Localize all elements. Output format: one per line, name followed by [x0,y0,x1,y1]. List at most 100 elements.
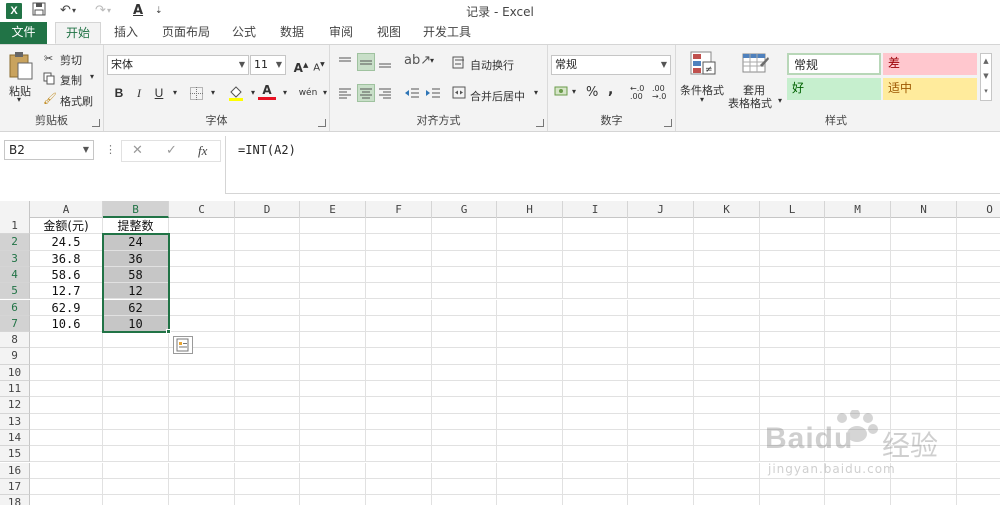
cell-a13[interactable] [30,413,103,430]
cell-o1[interactable] [957,218,1000,235]
tab-data[interactable]: 数据 [273,22,311,44]
cell-i2[interactable] [563,234,628,251]
cell-k15[interactable] [694,446,760,463]
cell-a18[interactable] [30,495,103,505]
cell-g1[interactable] [432,218,497,235]
cell-d3[interactable] [235,250,300,267]
cell-m7[interactable] [825,315,891,333]
cell-k2[interactable] [694,234,760,251]
copy-button[interactable]: 复制 [60,72,82,88]
cell-a8[interactable] [30,332,103,349]
font-color-button[interactable]: A [258,83,276,100]
cell-d18[interactable] [235,495,300,505]
cell-d17[interactable] [235,478,300,496]
cell-e13[interactable] [300,413,366,430]
row-header[interactable]: 18 [0,495,30,505]
row-header[interactable]: 7 [0,315,30,333]
merge-dropdown-icon[interactable]: ▾ [534,88,538,97]
cell-o2[interactable] [957,234,1000,251]
cell-c13[interactable] [169,413,235,430]
cell-h16[interactable] [497,462,563,479]
cell-n10[interactable] [891,364,957,381]
cell-f14[interactable] [366,429,432,447]
cell-n1[interactable] [891,218,957,235]
cell-f5[interactable] [366,283,432,300]
phonetic-guide-button[interactable]: wén [298,84,318,102]
cell-g18[interactable] [432,495,497,505]
cell-k14[interactable] [694,429,760,447]
cell-a16[interactable] [30,462,103,479]
cell-b5[interactable]: 12 [103,283,169,300]
grow-font-icon[interactable]: A▲ [292,56,310,75]
cell-i6[interactable] [563,299,628,316]
cell-b2[interactable]: 24 [103,234,169,251]
cell-h13[interactable] [497,413,563,430]
cell-g5[interactable] [432,283,497,300]
cell-m18[interactable] [825,495,891,505]
cell-k6[interactable] [694,299,760,316]
cell-k11[interactable] [694,381,760,398]
cell-b13[interactable] [103,413,169,430]
cell-g15[interactable] [432,446,497,463]
cell-g12[interactable] [432,397,497,414]
cell-g13[interactable] [432,413,497,430]
cell-c5[interactable] [169,283,235,300]
paste-dropdown-icon[interactable]: ▾ [17,95,21,104]
row-header[interactable]: 4 [0,266,30,284]
cell-j1[interactable] [628,218,694,235]
cell-h14[interactable] [497,429,563,447]
cell-d12[interactable] [235,397,300,414]
cell-i11[interactable] [563,381,628,398]
cell-b7[interactable]: 10 [103,315,169,333]
row-header[interactable]: 13 [0,413,30,430]
cell-f2[interactable] [366,234,432,251]
cell-d9[interactable] [235,348,300,365]
cell-b1[interactable]: 提整数 [103,218,169,235]
format-painter-button[interactable]: 格式刷 [60,93,93,109]
cell-o14[interactable] [957,430,1000,447]
row-header[interactable]: 3 [0,250,30,267]
accounting-dropdown-icon[interactable]: ▾ [572,87,576,96]
cell-e15[interactable] [300,446,366,463]
cell-b12[interactable] [103,397,169,414]
column-header-k[interactable]: K [694,201,760,218]
paste-icon[interactable] [8,51,34,84]
cell-j4[interactable] [628,266,694,284]
cell-d6[interactable] [235,299,300,316]
cell-l5[interactable] [760,283,825,300]
alignment-launcher-icon[interactable] [536,119,544,127]
cell-j10[interactable] [628,364,694,381]
cell-b10[interactable] [103,364,169,381]
italic-button[interactable]: I [130,84,148,102]
enter-icon[interactable]: ✓ [166,143,177,158]
cell-j17[interactable] [628,478,694,496]
merge-center-icon[interactable] [452,86,466,102]
column-header-n[interactable]: N [891,201,957,218]
row-header[interactable]: 6 [0,299,30,316]
cell-f3[interactable] [366,250,432,267]
cell-a6[interactable]: 62.9 [30,299,103,316]
percent-button[interactable]: % [586,85,598,100]
fill-handle[interactable] [166,329,171,335]
cell-l2[interactable] [760,234,825,251]
cell-g17[interactable] [432,478,497,496]
tab-review[interactable]: 审阅 [322,22,360,44]
cell-j16[interactable] [628,462,694,479]
cell-c2[interactable] [169,234,235,251]
format-table-dropdown-icon[interactable]: ▾ [778,96,782,105]
number-format-select[interactable]: 常规 ▼ [551,55,671,75]
cell-m3[interactable] [825,250,891,267]
cell-g2[interactable] [432,234,497,251]
cell-i1[interactable] [563,218,628,235]
insert-function-icon[interactable]: fx [198,143,207,159]
conditional-dropdown-icon[interactable]: ▾ [700,95,704,104]
row-header[interactable]: 9 [0,348,30,365]
cell-i7[interactable] [563,315,628,333]
cell-b9[interactable] [103,348,169,365]
cell-h17[interactable] [497,478,563,496]
column-header-b[interactable]: B [103,201,169,218]
cell-g10[interactable] [432,364,497,381]
cell-i18[interactable] [563,495,628,505]
cell-e5[interactable] [300,283,366,300]
conditional-formatting-icon[interactable]: ≠ [690,51,718,80]
